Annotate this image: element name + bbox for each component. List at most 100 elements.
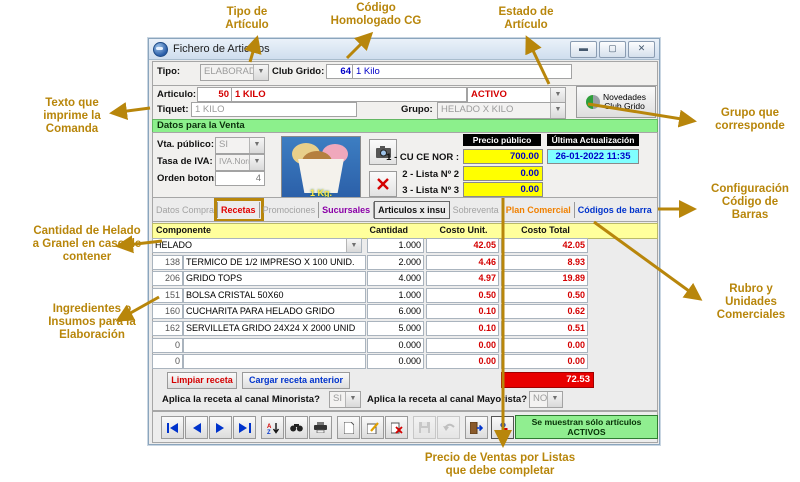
tab-c-digos-de-barra[interactable]: Códigos de barra <box>575 202 655 218</box>
total-cost-field: 0.00 <box>501 354 588 369</box>
recipe-row: 0 ▼ 0.000 0.00 0.00 <box>152 338 656 353</box>
tiquet-field[interactable]: 1 KILO <box>191 102 357 117</box>
recipe-table-header: Componente Cantidad Costo Unit. Costo To… <box>152 223 658 239</box>
tab-strip: Datos CompraRecetasPromocionesSucursales… <box>152 197 658 223</box>
component-code-field[interactable]: 151 <box>152 288 183 303</box>
chevron-down-icon[interactable]: ▼ <box>547 392 562 407</box>
user-filter-icon <box>498 422 508 434</box>
tab-plan-comercial[interactable]: Plan Comercial <box>503 202 575 218</box>
last-record-button[interactable] <box>233 416 256 439</box>
quantity-field[interactable]: 2.000 <box>367 255 424 270</box>
tab-articulos-x-insu[interactable]: Articulos x insu <box>374 201 450 219</box>
unit-cost-field: 4.46 <box>426 255 499 270</box>
component-name-field[interactable] <box>183 338 366 353</box>
minorista-select[interactable]: SI▼ <box>329 391 361 408</box>
annotation-precios: Precio de Ventas por Listas que debe com… <box>375 452 625 478</box>
previous-record-button[interactable] <box>185 416 208 439</box>
chevron-down-icon[interactable]: ▼ <box>550 88 565 103</box>
quantity-field[interactable]: 4.000 <box>367 271 424 286</box>
quantity-field[interactable]: 0.000 <box>367 338 424 353</box>
component-code-field[interactable]: 206 <box>152 271 183 286</box>
cargar-receta-button[interactable]: Cargar receta anterior <box>242 372 350 389</box>
component-select[interactable]: HELADO▼ <box>152 238 362 253</box>
limpiar-receta-button[interactable]: Limpiar receta <box>167 372 237 389</box>
component-name-field[interactable]: GRIDO TOPS <box>183 271 366 286</box>
close-button[interactable]: ✕ <box>628 41 655 58</box>
unit-cost-field: 0.50 <box>426 288 499 303</box>
novedades-club-grido-button[interactable]: Novedades Club Grido <box>576 86 656 118</box>
minimize-button[interactable]: ▬ <box>570 41 597 58</box>
articulo-label: Articulo: <box>157 89 196 100</box>
exit-door-icon <box>470 422 483 434</box>
chevron-down-icon[interactable]: ▼ <box>346 239 361 252</box>
quantity-field[interactable]: 1.000 <box>367 288 424 303</box>
annotation-ingredientes: Ingredientes o Insumos para la Elaboraci… <box>28 303 156 342</box>
component-name-field[interactable]: SERVILLETA GRIDO 24X24 X 2000 UNID <box>183 321 366 336</box>
price-row-value[interactable]: 0.00 <box>463 166 543 181</box>
component-name-field[interactable]: TERMICO DE 1/2 IMPRESO X 100 UNID. <box>183 255 366 270</box>
previous-record-icon <box>192 423 201 433</box>
chevron-down-icon[interactable]: ▼ <box>249 138 264 153</box>
component-code-field[interactable]: 0 <box>152 354 183 369</box>
club-grido-label: Club Grido: <box>272 66 324 77</box>
tipo-select[interactable]: ELABORADO▼ <box>200 64 269 81</box>
maximize-button[interactable]: ▢ <box>599 41 626 58</box>
chevron-down-icon[interactable]: ▼ <box>253 65 268 80</box>
next-record-button[interactable] <box>209 416 232 439</box>
search-button[interactable] <box>285 416 308 439</box>
delete-record-button[interactable] <box>385 416 408 439</box>
orden-boton-field[interactable]: 4 <box>215 171 265 186</box>
club-grido-name-field[interactable]: 1 Kilo <box>352 64 572 79</box>
unit-cost-field: 0.00 <box>426 354 499 369</box>
quantity-field[interactable]: 5.000 <box>367 321 424 336</box>
print-button[interactable] <box>309 416 332 439</box>
filter-active-button[interactable] <box>491 416 514 439</box>
tab-datos-compra[interactable]: Datos Compra <box>153 202 218 218</box>
orden-boton-label: Orden boton: <box>157 173 217 184</box>
component-code-field[interactable]: 162 <box>152 321 183 336</box>
chevron-down-icon[interactable]: ▼ <box>550 103 565 118</box>
annotation-barras: Configuración Código de Barras <box>700 183 800 222</box>
recipe-row: 162 SERVILLETA GRIDO 24X24 X 2000 UNID ▼… <box>152 321 656 336</box>
mayorista-select[interactable]: NO▼ <box>529 391 563 408</box>
tab-promociones[interactable]: Promociones <box>260 202 320 218</box>
save-button[interactable] <box>413 416 436 439</box>
club-grido-code-field[interactable]: 64 <box>326 64 355 79</box>
articulo-name-field[interactable]: 1 KILO <box>231 87 467 102</box>
vta-publico-select[interactable]: SI▼ <box>215 137 265 154</box>
exit-button[interactable] <box>465 416 488 439</box>
price-row-value[interactable]: 0.00 <box>463 182 543 197</box>
articulo-code-field[interactable]: 50 <box>197 87 233 102</box>
component-name-field[interactable]: BOLSA CRISTAL 50X60 <box>183 288 366 303</box>
quantity-field[interactable]: 6.000 <box>367 304 424 319</box>
component-code-field[interactable]: 160 <box>152 304 183 319</box>
titlebar[interactable]: Fichero de Articulos ▬ ▢ ✕ <box>149 39 659 60</box>
quantity-field[interactable]: 1.000 <box>367 238 424 253</box>
tiquet-label: Tiquet: <box>157 104 189 115</box>
first-record-button[interactable] <box>161 416 184 439</box>
new-record-button[interactable] <box>337 416 360 439</box>
tasa-iva-select[interactable]: IVA.Normal▼ <box>215 154 265 171</box>
chevron-down-icon[interactable]: ▼ <box>345 392 360 407</box>
chevron-down-icon[interactable]: ▼ <box>249 155 264 170</box>
undo-button[interactable] <box>437 416 460 439</box>
component-name-field[interactable] <box>183 354 366 369</box>
edit-record-button[interactable] <box>361 416 384 439</box>
vta-publico-value: SI <box>216 138 249 153</box>
sort-button[interactable]: AZ <box>261 416 284 439</box>
annotation-rubro: Rubro y Unidades Comerciales <box>702 283 800 322</box>
price-row-value[interactable]: 700.00 <box>463 149 543 164</box>
annotation-grupo: Grupo que corresponde <box>700 107 800 133</box>
component-code-field[interactable]: 138 <box>152 255 183 270</box>
tab-recetas[interactable]: Recetas <box>218 202 260 218</box>
component-code-field[interactable]: 0 <box>152 338 183 353</box>
component-name-field[interactable]: CUCHARITA PARA HELADO GRIDO <box>183 304 366 319</box>
svg-text:Z: Z <box>267 430 271 434</box>
grupo-select[interactable]: HELADO X KILO▼ <box>437 102 566 119</box>
tab-sobreventa[interactable]: Sobreventa <box>450 202 503 218</box>
recipe-row: HELADO▼ 1.000 42.05 42.05 <box>152 238 656 253</box>
mayorista-label: Aplica la receta al canal Mayorista? <box>367 394 527 405</box>
quantity-field[interactable]: 0.000 <box>367 354 424 369</box>
tab-sucursales[interactable]: Sucursales <box>319 202 374 218</box>
search-binoculars-icon <box>290 423 303 432</box>
